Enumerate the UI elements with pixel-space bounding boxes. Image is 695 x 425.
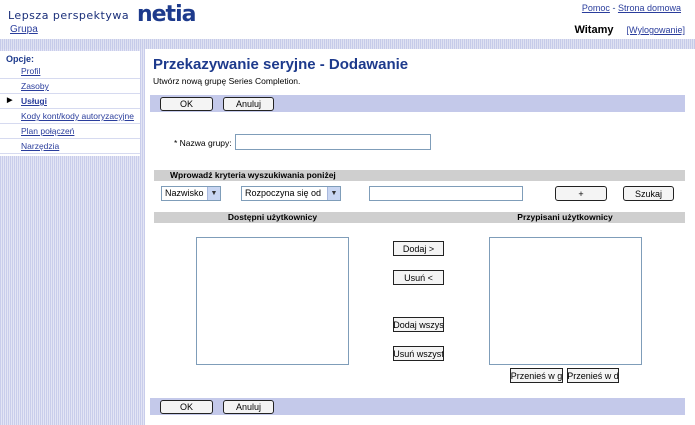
top-links: Pomoc - Strona domowa <box>582 3 681 13</box>
logout-link[interactable]: [Wylogowanie] <box>627 25 685 35</box>
add-all-button[interactable]: Dodaj wszys <box>393 317 444 332</box>
link-separator: - <box>612 3 616 13</box>
search-criteria-header: Wprowadź kryteria wyszukiwania poniżej <box>154 170 685 181</box>
group-link[interactable]: Grupa <box>10 24 38 35</box>
search-criteria-label: Wprowadź kryteria wyszukiwania poniżej <box>170 170 336 180</box>
remove-all-button[interactable]: Usuń wszyst <box>393 346 444 361</box>
page-title: Przekazywanie seryjne - Dodawanie <box>153 56 409 73</box>
remove-button[interactable]: Usuń < <box>393 270 444 285</box>
cancel-button-top[interactable]: Anuluj <box>223 97 274 111</box>
group-name-input[interactable] <box>235 134 431 150</box>
header: Lepsza perspektywa netia Grupa Pomoc - S… <box>0 0 695 38</box>
chevron-down-icon: ▼ <box>207 187 220 200</box>
available-users-list[interactable] <box>196 237 349 365</box>
page-subtitle: Utwórz nową grupę Series Completion. <box>153 76 301 86</box>
top-button-bar: OK Anuluj <box>150 95 685 112</box>
sidebar: Opcje: Profil Zasoby Usługi Kody kont/ko… <box>0 49 145 425</box>
search-button[interactable]: Szukaj <box>623 186 674 201</box>
add-criteria-button[interactable]: + <box>555 186 607 201</box>
search-field-value: Nazwisko <box>165 188 204 198</box>
group-name-label: * Nazwa grupy: <box>174 138 232 148</box>
chevron-down-icon: ▼ <box>327 187 340 200</box>
bottom-button-bar: OK Anuluj <box>150 398 685 415</box>
search-mode-value: Rozpoczyna się od <box>245 188 322 198</box>
welcome-area: Witamy [Wylogowanie] <box>574 24 685 36</box>
header-divider <box>0 39 695 49</box>
available-users-header: Dostępni użytkownicy <box>227 212 318 222</box>
sidebar-item-account-codes[interactable]: Kody kont/kody autoryzacyjne <box>0 109 140 124</box>
add-button[interactable]: Dodaj > <box>393 241 444 256</box>
help-link[interactable]: Pomoc <box>582 3 610 13</box>
search-field-select[interactable]: Nazwisko ▼ <box>161 186 221 201</box>
ok-button-top[interactable]: OK <box>160 97 213 111</box>
assigned-users-list[interactable] <box>489 237 642 365</box>
move-up-button[interactable]: Przenieś w g <box>510 368 563 383</box>
home-link[interactable]: Strona domowa <box>618 3 681 13</box>
cancel-button-bottom[interactable]: Anuluj <box>223 400 274 414</box>
assigned-users-header: Przypisani użytkownicy <box>517 212 613 222</box>
sidebar-item-resources[interactable]: Zasoby <box>0 79 140 94</box>
sidebar-menu: Opcje: Profil Zasoby Usługi Kody kont/ko… <box>0 51 140 156</box>
sidebar-title: Opcje: <box>6 54 35 64</box>
sidebar-item-services[interactable]: Usługi <box>0 94 140 109</box>
netia-logo: netia <box>136 2 196 27</box>
move-down-button[interactable]: Przenieś w d <box>567 368 619 383</box>
search-mode-select[interactable]: Rozpoczyna się od ▼ <box>241 186 341 201</box>
ok-button-bottom[interactable]: OK <box>160 400 213 414</box>
sidebar-item-tools[interactable]: Narzędzia <box>0 139 140 154</box>
brand-tagline: Lepsza perspektywa <box>8 9 130 22</box>
sidebar-item-profile[interactable]: Profil <box>0 64 140 79</box>
brand: Lepsza perspektywa netia <box>8 0 196 27</box>
welcome-text: Witamy <box>574 24 614 36</box>
sidebar-item-dial-plan[interactable]: Plan połączeń <box>0 124 140 139</box>
search-input[interactable] <box>369 186 523 201</box>
